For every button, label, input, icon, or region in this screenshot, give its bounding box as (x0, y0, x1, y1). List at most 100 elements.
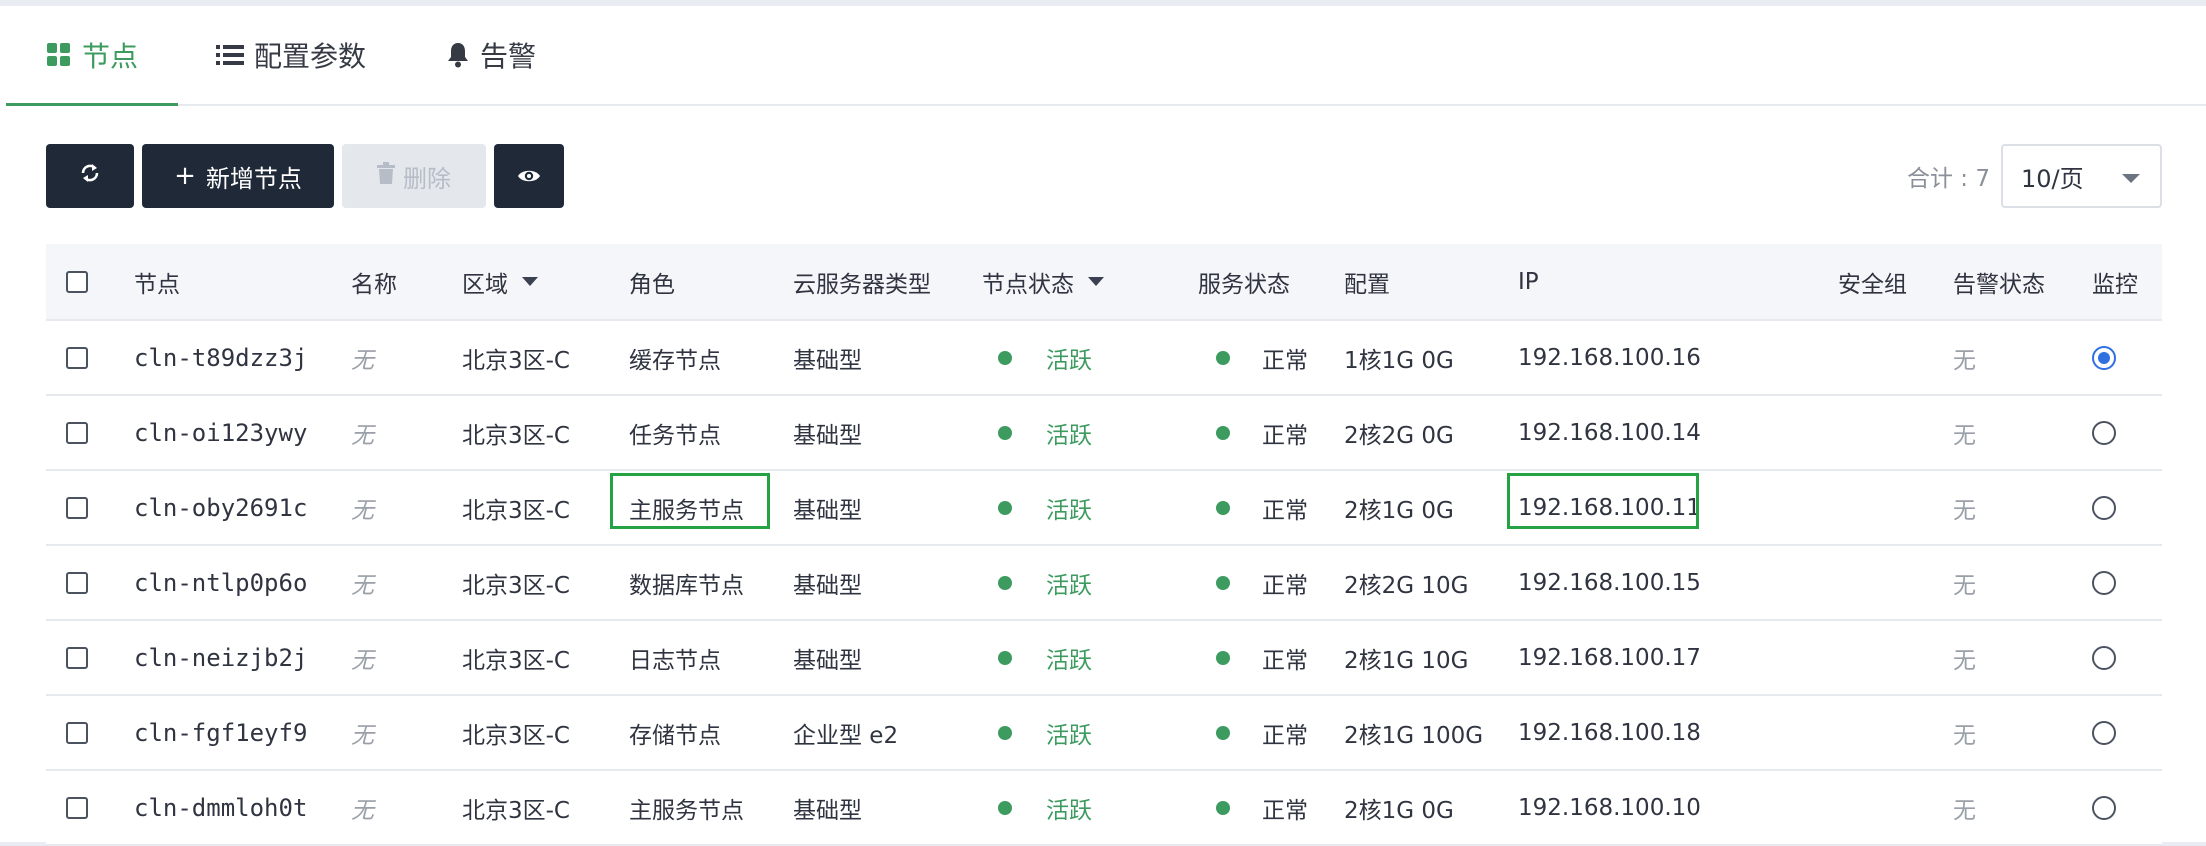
node-config: 2核2G 10G (1344, 572, 1469, 599)
table-row[interactable]: cln-dmmloh0t 无 北京3区-C 主服务节点 基础型 活跃 正常 2核1G 0G 19… (46, 771, 2162, 846)
node-ip: 192.168.100.16 (1518, 344, 1701, 371)
node-zone: 北京3区-C (462, 347, 570, 374)
service-status-text: 正常 (1262, 797, 1308, 824)
node-role: 存储节点 (629, 722, 721, 749)
alert-status: 无 (1953, 347, 1976, 374)
node-config: 1核1G 0G (1344, 347, 1454, 374)
column-header-role: 角色 (629, 271, 675, 298)
content-panel: 节点 配置参数 告警 + 新增节点 删除 合计: 7 10/页 节点 名称 区… (0, 6, 2206, 846)
tab-config-params[interactable]: 配置参数 (216, 6, 366, 104)
node-status-text: 活跃 (1046, 797, 1092, 824)
status-dot-icon (998, 500, 1012, 515)
node-zone: 北京3区-C (462, 422, 570, 449)
node-config: 2核1G 0G (1344, 497, 1454, 524)
alert-status: 无 (1953, 422, 1976, 449)
status-dot-icon (998, 800, 1012, 815)
monitor-radio[interactable] (2092, 645, 2116, 670)
status-dot-icon (1216, 650, 1230, 665)
status-dot-icon (998, 725, 1012, 740)
delete-button[interactable]: 删除 (342, 144, 486, 208)
node-name: 无 (351, 572, 374, 599)
page-size-value: 10/页 (2021, 164, 2084, 193)
node-role: 主服务节点 (629, 797, 744, 824)
column-header-node-status-label: 节点状态 (982, 271, 1074, 298)
status-dot-icon (1216, 350, 1230, 365)
tab-alerts[interactable]: 告警 (446, 6, 536, 104)
column-header-monitor: 监控 (2092, 271, 2138, 298)
node-id[interactable]: cln-oi123ywy (134, 396, 307, 469)
filter-caret-icon[interactable] (1088, 277, 1104, 286)
alert-status: 无 (1953, 647, 1976, 674)
node-id[interactable]: cln-fgf1eyf9 (134, 696, 307, 769)
node-id[interactable]: cln-ntlp0p6o (134, 546, 307, 619)
row-checkbox[interactable] (66, 721, 88, 744)
node-zone: 北京3区-C (462, 647, 570, 674)
node-status-text: 活跃 (1046, 647, 1092, 674)
node-status: 活跃 (982, 321, 1092, 394)
column-header-zone[interactable]: 区域 (462, 244, 538, 319)
alert-status: 无 (1953, 497, 1976, 524)
node-status-text: 活跃 (1046, 722, 1092, 749)
table-row[interactable]: cln-neizjb2j 无 北京3区-C 日志节点 基础型 活跃 正常 2核1G 10G 19… (46, 621, 2162, 696)
node-name: 无 (351, 347, 374, 374)
server-type: 基础型 (793, 422, 862, 449)
tab-label: 节点 (82, 40, 139, 73)
row-select-cell (66, 546, 88, 619)
column-header-node: 节点 (134, 271, 180, 298)
row-checkbox[interactable] (66, 571, 88, 594)
row-checkbox[interactable] (66, 346, 88, 369)
row-checkbox[interactable] (66, 646, 88, 669)
row-select-cell (66, 321, 88, 394)
table-row[interactable]: cln-ntlp0p6o 无 北京3区-C 数据库节点 基础型 活跃 正常 2核2G 10G 1… (46, 546, 2162, 621)
select-all-cell (66, 244, 88, 319)
column-header-name: 名称 (351, 271, 397, 298)
row-select-cell (66, 621, 88, 694)
page-size-select[interactable]: 10/页 (2001, 144, 2162, 208)
monitor-cell (2092, 546, 2116, 619)
monitor-radio[interactable] (2092, 345, 2116, 370)
view-button[interactable] (494, 144, 564, 208)
monitor-radio[interactable] (2092, 720, 2116, 745)
tab-nodes[interactable]: 节点 (5, 6, 179, 106)
filter-caret-icon[interactable] (522, 277, 538, 286)
status-dot-icon (1216, 425, 1230, 440)
node-status: 活跃 (982, 621, 1092, 694)
add-node-label: 新增节点 (205, 164, 302, 193)
monitor-cell (2092, 621, 2116, 694)
node-id[interactable]: cln-dmmloh0t (134, 771, 307, 844)
node-id[interactable]: cln-t89dzz3j (134, 321, 307, 394)
node-ip: 192.168.100.15 (1518, 569, 1701, 596)
row-select-cell (66, 771, 88, 844)
table-row[interactable]: cln-fgf1eyf9 无 北京3区-C 存储节点 企业型 e2 活跃 正常 2核1G 10… (46, 696, 2162, 771)
row-checkbox[interactable] (66, 421, 88, 444)
table-row[interactable]: cln-oby2691c 无 北京3区-C 主服务节点 基础型 活跃 正常 2核1G 0G 19… (46, 471, 2162, 546)
row-select-cell (66, 471, 88, 544)
node-status-text: 活跃 (1046, 347, 1092, 374)
node-id[interactable]: cln-neizjb2j (134, 621, 307, 694)
table-row[interactable]: cln-t89dzz3j 无 北京3区-C 缓存节点 基础型 活跃 正常 1核1G 0G 192… (46, 321, 2162, 396)
row-checkbox[interactable] (66, 496, 88, 519)
column-header-node-status[interactable]: 节点状态 (982, 244, 1104, 319)
monitor-radio[interactable] (2092, 495, 2116, 520)
add-node-button[interactable]: + 新增节点 (142, 144, 334, 208)
monitor-radio[interactable] (2092, 570, 2116, 595)
monitor-radio[interactable] (2092, 795, 2116, 820)
monitor-radio[interactable] (2092, 420, 2116, 445)
table-row[interactable]: cln-oi123ywy 无 北京3区-C 任务节点 基础型 活跃 正常 2核2G 0G 192… (46, 396, 2162, 471)
server-type: 基础型 (793, 347, 862, 374)
node-status-text: 活跃 (1046, 497, 1092, 524)
service-status-text: 正常 (1262, 422, 1308, 449)
list-icon (216, 43, 244, 67)
select-all-checkbox[interactable] (66, 270, 88, 293)
node-name: 无 (351, 497, 374, 524)
node-ip: 192.168.100.14 (1518, 419, 1701, 446)
node-id[interactable]: cln-oby2691c (134, 471, 307, 544)
node-zone: 北京3区-C (462, 797, 570, 824)
server-type: 基础型 (793, 572, 862, 599)
total-count: 合计 : 7 (1906, 166, 1990, 192)
grid-icon (46, 42, 72, 68)
service-status: 正常 (1198, 771, 1308, 844)
monitor-cell (2092, 696, 2116, 769)
refresh-button[interactable] (46, 144, 134, 208)
row-checkbox[interactable] (66, 796, 88, 819)
